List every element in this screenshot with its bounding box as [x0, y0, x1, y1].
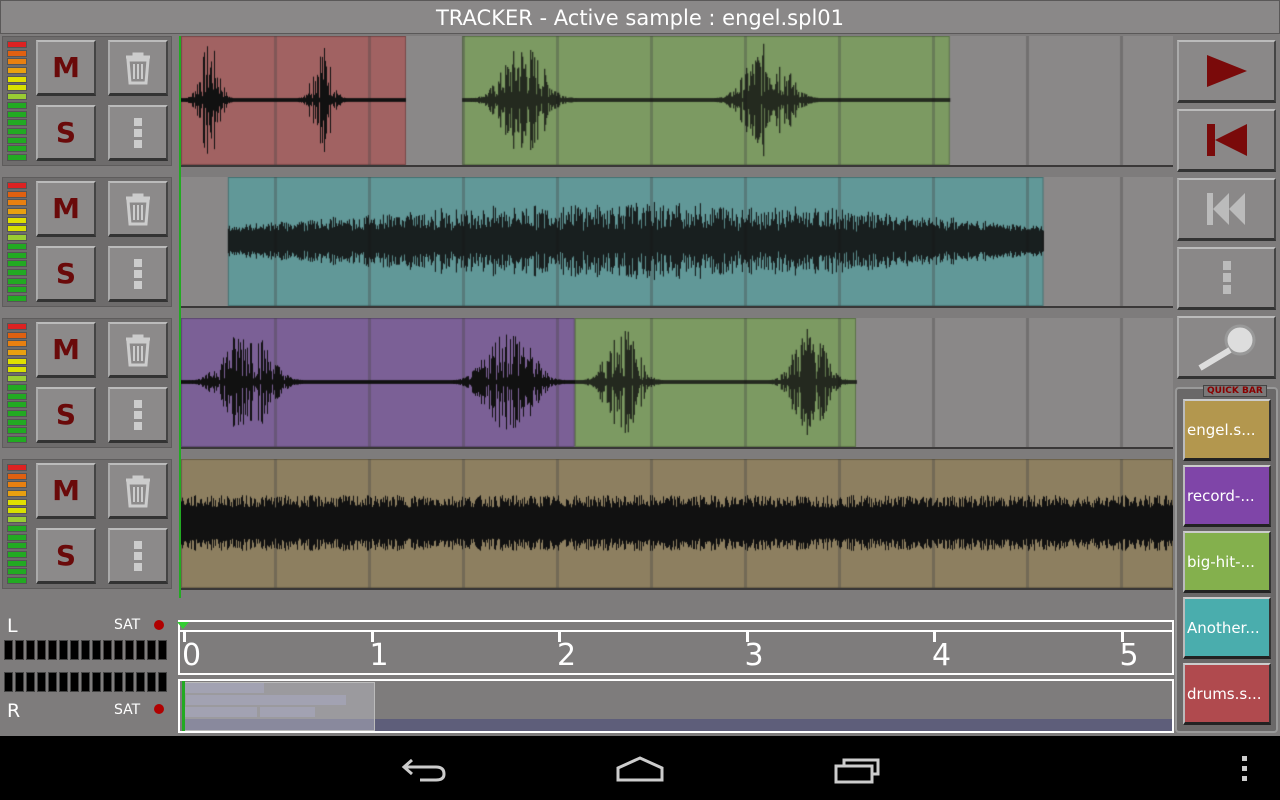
track-lane[interactable]	[180, 36, 1173, 167]
zoom-button[interactable]	[1177, 316, 1276, 379]
track-level-meter	[7, 464, 27, 586]
vu-meter-left	[4, 640, 167, 660]
overview-minimap[interactable]	[178, 679, 1174, 733]
track-waveform	[180, 459, 1173, 588]
solo-button[interactable]: S	[36, 246, 96, 302]
more-icon	[134, 399, 142, 430]
ruler-tick-label: 5	[1119, 638, 1139, 673]
ruler-tick-label: 0	[182, 638, 202, 673]
track-waveform	[180, 36, 1173, 165]
title-bar: TRACKER - Active sample : engel.spl01	[0, 0, 1280, 34]
overflow-menu-icon[interactable]	[1240, 756, 1250, 782]
trash-icon	[126, 193, 150, 225]
track-waveform	[180, 177, 1173, 306]
play-icon	[1206, 55, 1247, 87]
vu-meter-right	[4, 672, 167, 692]
rewind-button[interactable]	[1177, 178, 1276, 241]
mute-button[interactable]: M	[36, 463, 96, 519]
trash-icon	[126, 334, 150, 366]
more-icon	[134, 540, 142, 571]
right-channel-label: R	[7, 700, 21, 722]
delete-track-button[interactable]	[108, 181, 168, 237]
delete-track-button[interactable]	[108, 463, 168, 519]
quick-bar-item[interactable]: record-...	[1183, 465, 1271, 527]
delete-track-button[interactable]	[108, 322, 168, 378]
track-lane[interactable]	[180, 318, 1173, 449]
trash-icon	[126, 475, 150, 507]
track-controls: M S	[2, 318, 172, 448]
home-icon[interactable]	[614, 754, 666, 784]
solo-button[interactable]: S	[36, 387, 96, 443]
ruler-tick-label: 3	[744, 638, 764, 673]
ruler-tick-label: 4	[932, 638, 952, 673]
more-icon	[134, 117, 142, 148]
quick-bar-item[interactable]: engel.s...	[1183, 399, 1271, 461]
mute-button[interactable]: M	[36, 181, 96, 237]
quick-bar: QUICK BAR engel.s... record-... big-hit-..…	[1175, 385, 1278, 733]
sat-right-indicator	[154, 704, 164, 714]
quick-bar-item[interactable]: drums.s...	[1183, 663, 1271, 725]
quick-bar-item[interactable]: big-hit-...	[1183, 531, 1271, 593]
track-controls: M S	[2, 177, 172, 307]
playhead[interactable]	[179, 36, 181, 598]
sat-left-label: SAT	[114, 617, 141, 633]
skip-to-start-icon	[1206, 124, 1247, 156]
timeline-ruler[interactable]: 0 1 2 3 4 5	[177, 620, 1174, 675]
track-lane[interactable]	[180, 177, 1173, 308]
mute-button[interactable]: M	[36, 40, 96, 96]
track-menu-button[interactable]	[108, 246, 168, 302]
track-menu-button[interactable]	[108, 387, 168, 443]
track-level-meter	[7, 182, 27, 304]
back-icon[interactable]	[400, 754, 448, 784]
left-channel-label: L	[7, 615, 18, 637]
track-waveform	[180, 318, 1173, 447]
track-lane[interactable]	[180, 459, 1173, 590]
ruler-tick-label: 1	[369, 638, 389, 673]
more-icon	[134, 258, 142, 289]
more-icon	[1222, 261, 1231, 294]
recent-apps-icon[interactable]	[832, 754, 884, 784]
trash-icon	[126, 52, 150, 84]
playhead-marker-icon[interactable]	[177, 622, 189, 629]
play-button[interactable]	[1177, 40, 1276, 103]
solo-button[interactable]: S	[36, 105, 96, 161]
sat-left-indicator	[154, 620, 164, 630]
track-menu-button[interactable]	[108, 105, 168, 161]
sat-right-label: SAT	[114, 702, 141, 718]
track-controls: M S	[2, 36, 172, 166]
track-level-meter	[7, 41, 27, 163]
delete-track-button[interactable]	[108, 40, 168, 96]
solo-button[interactable]: S	[36, 528, 96, 584]
track-controls: M S	[2, 459, 172, 589]
viewport-window[interactable]	[182, 682, 375, 731]
more-button[interactable]	[1177, 247, 1276, 310]
ruler-tick-label: 2	[557, 638, 577, 673]
mute-button[interactable]: M	[36, 322, 96, 378]
quick-bar-item[interactable]: Another...	[1183, 597, 1271, 659]
zoom-icon	[1197, 324, 1255, 371]
rewind-icon	[1206, 193, 1245, 225]
android-nav-bar	[0, 736, 1280, 800]
track-level-meter	[7, 323, 27, 445]
skip-to-start-button[interactable]	[1177, 109, 1276, 172]
track-menu-button[interactable]	[108, 528, 168, 584]
quick-bar-title: QUICK BAR	[1203, 385, 1267, 397]
